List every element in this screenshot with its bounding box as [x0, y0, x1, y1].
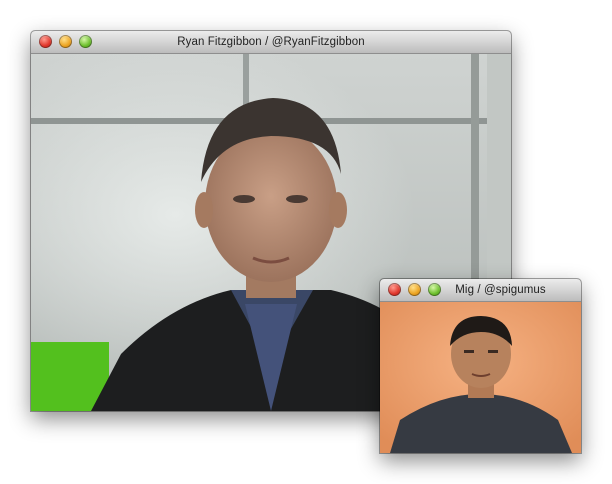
- zoom-button-icon[interactable]: [428, 283, 441, 296]
- pip-video-window[interactable]: Mig / @spigumus: [380, 279, 581, 453]
- zoom-button-icon[interactable]: [79, 35, 92, 48]
- main-window-titlebar[interactable]: Ryan Fitzgibbon / @RyanFitzgibbon: [31, 31, 511, 54]
- minimize-button-icon[interactable]: [59, 35, 72, 48]
- window-controls: [39, 35, 99, 48]
- close-button-icon[interactable]: [39, 35, 52, 48]
- minimize-button-icon[interactable]: [408, 283, 421, 296]
- pip-window-controls: [388, 283, 448, 296]
- close-button-icon[interactable]: [388, 283, 401, 296]
- video-frame-mig: [380, 302, 581, 453]
- pip-window-titlebar[interactable]: Mig / @spigumus: [380, 279, 581, 302]
- main-window-title: Ryan Fitzgibbon / @RyanFitzgibbon: [177, 36, 365, 48]
- pip-window-title: Mig / @spigumus: [455, 284, 546, 296]
- pip-video-feed: [380, 302, 581, 453]
